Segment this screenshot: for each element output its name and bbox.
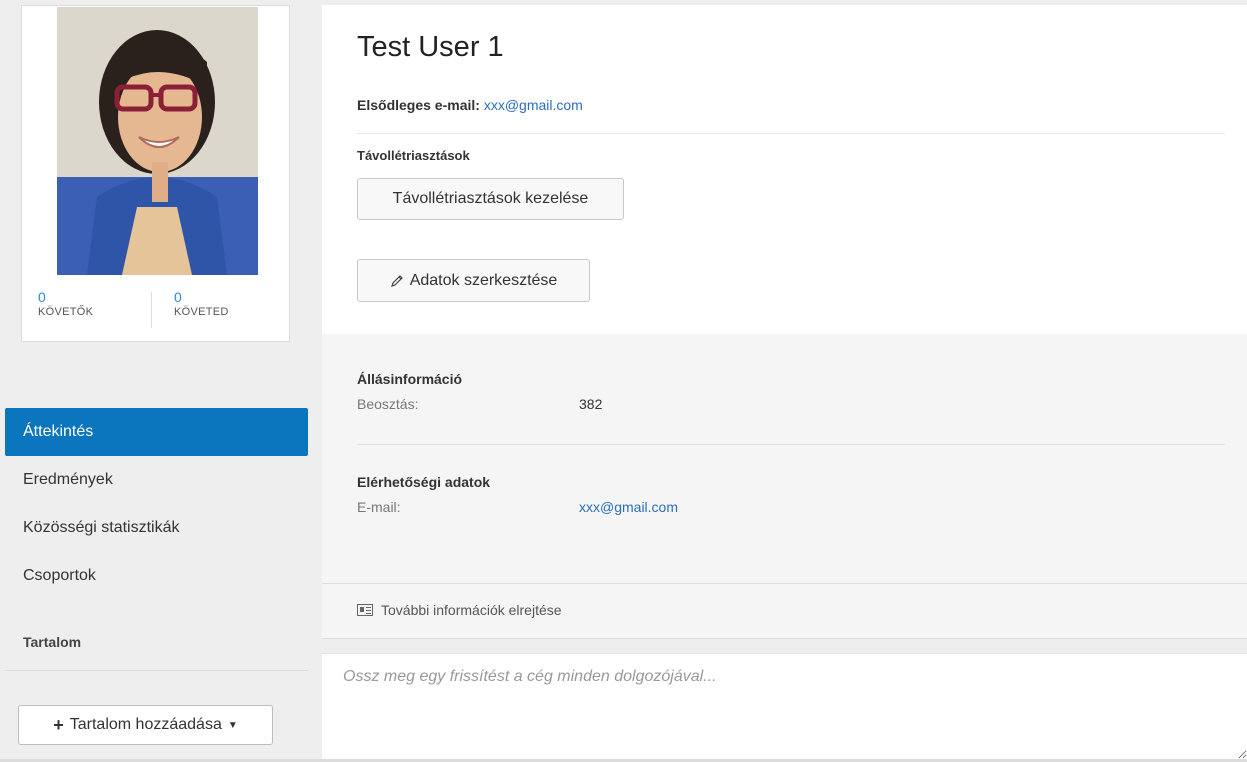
left-divider — [5, 670, 308, 671]
nav-item-overview[interactable]: Áttekintés — [5, 408, 308, 456]
nav-item-groups[interactable]: Csoportok — [5, 552, 308, 600]
followers-label: KÖVETŐK — [38, 306, 94, 318]
divider — [357, 444, 1225, 445]
manage-out-of-office-label: Távollétriasztások kezelése — [392, 190, 589, 207]
following-label: KÖVETED — [174, 306, 229, 318]
followers-count[interactable]: 0 — [38, 288, 93, 306]
follow-stats: 0 KÖVETŐK 0 KÖVETED — [22, 288, 289, 330]
contact-email-label: E-mail: — [357, 499, 401, 515]
primary-email-label: Elsődleges e-mail: — [357, 97, 480, 113]
following-stat[interactable]: 0 KÖVETED — [174, 288, 229, 318]
followers-stat[interactable]: 0 KÖVETŐK — [38, 288, 93, 318]
more-info-bar: További információk elrejtése — [322, 583, 1247, 639]
stats-divider — [151, 292, 152, 328]
position-value: 382 — [579, 396, 603, 412]
share-update-box — [322, 653, 1247, 759]
caret-down-icon: ▼ — [227, 719, 238, 731]
profile-card: 0 KÖVETŐK 0 KÖVETED — [21, 5, 290, 342]
avatar-image — [57, 7, 258, 275]
primary-email-link[interactable]: xxx@gmail.com — [484, 97, 583, 113]
hide-more-info-label: További információk elrejtése — [381, 602, 562, 618]
profile-header-panel: Test User 1 Elsődleges e-mail: xxx@gmail… — [322, 5, 1247, 334]
avatar[interactable] — [57, 7, 258, 275]
page-title: Test User 1 — [357, 31, 504, 63]
out-of-office-label: Távollétriasztások — [357, 148, 470, 163]
id-card-icon — [357, 604, 373, 616]
primary-email-row: Elsődleges e-mail: xxx@gmail.com — [357, 97, 583, 113]
edit-profile-label: Adatok szerkesztése — [409, 271, 558, 289]
content-section-label: Tartalom — [23, 634, 82, 650]
nav-item-social-stats[interactable]: Közösségi statisztikák — [5, 504, 308, 552]
add-content-label: Tartalom hozzáadása — [69, 716, 222, 733]
contact-info-title: Elérhetőségi adatok — [357, 474, 491, 490]
following-count[interactable]: 0 — [174, 288, 229, 306]
job-info-title: Állásinformáció — [357, 371, 463, 387]
profile-details-panel: Állásinformáció Beosztás: 382 Elérhetősé… — [322, 334, 1247, 583]
side-nav: Áttekintés Eredmények Közösségi statiszt… — [5, 408, 308, 600]
hide-more-info-toggle[interactable]: További információk elrejtése — [357, 602, 562, 618]
pencil-icon — [390, 274, 403, 287]
nav-item-results[interactable]: Eredmények — [5, 456, 308, 504]
add-content-button[interactable]: + Tartalom hozzáadása ▼ — [18, 705, 273, 745]
edit-profile-button[interactable]: Adatok szerkesztése — [357, 259, 590, 302]
plus-icon: + — [53, 714, 64, 735]
manage-out-of-office-button[interactable]: Távollétriasztások kezelése — [357, 178, 624, 220]
contact-email-link[interactable]: xxx@gmail.com — [579, 499, 678, 515]
position-label: Beosztás: — [357, 396, 419, 412]
share-update-input[interactable] — [322, 654, 1247, 759]
divider — [357, 133, 1225, 134]
